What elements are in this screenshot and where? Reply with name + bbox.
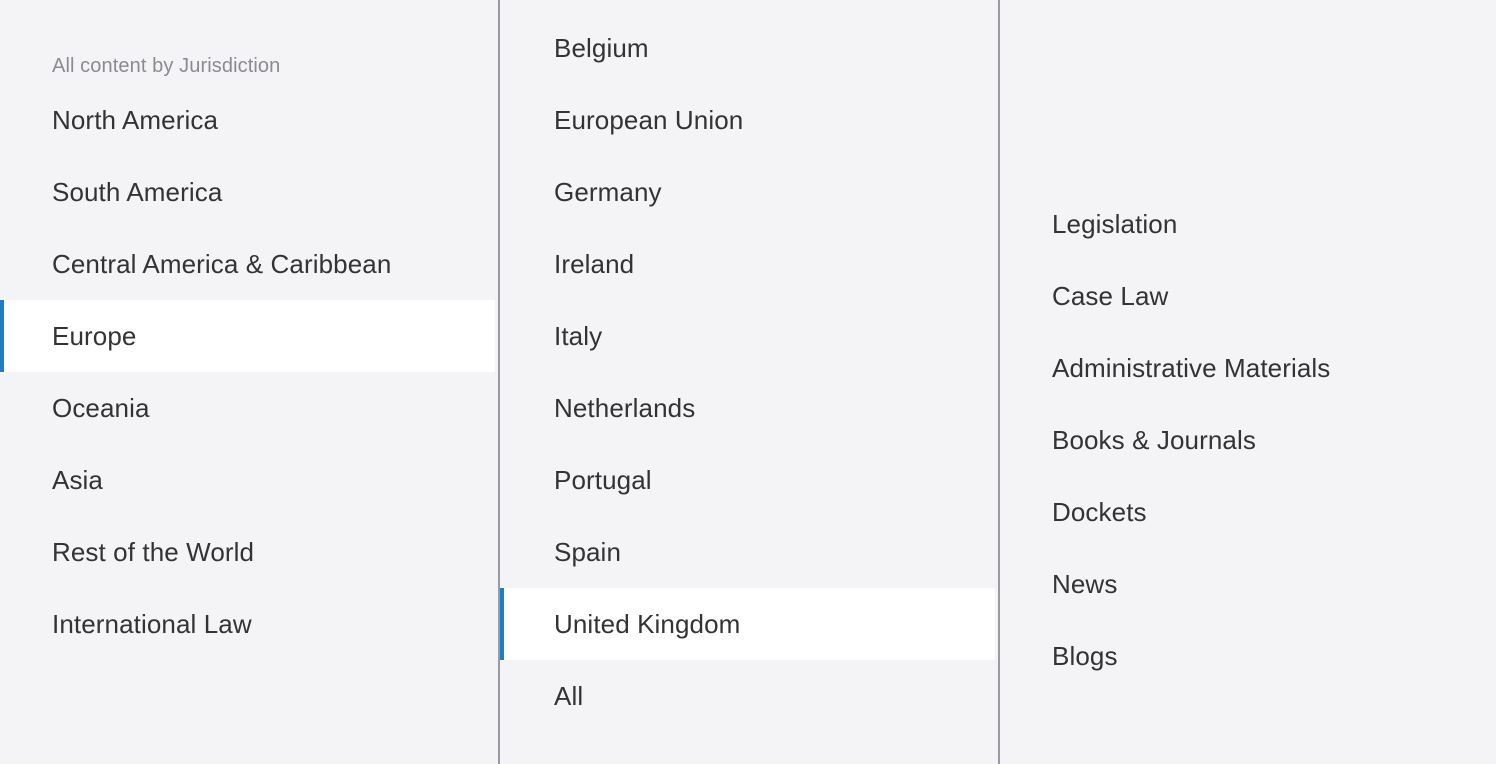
country-item-label: Spain [554, 537, 621, 567]
content-type-item-label: Dockets [1052, 497, 1147, 527]
jurisdiction-cascading-menu: All content by Jurisdiction North Americ… [0, 0, 1496, 764]
country-item-label: Netherlands [554, 393, 696, 423]
content-type-item-label: Case Law [1052, 281, 1169, 311]
country-item-label: European Union [554, 105, 744, 135]
jurisdiction-item-north-america[interactable]: North America [0, 84, 498, 156]
country-column: Belgium European Union Germany Ireland Italy… [500, 0, 998, 764]
jurisdiction-item-label: Central America & Caribbean [52, 249, 392, 279]
jurisdiction-item-oceania[interactable]: Oceania [0, 372, 498, 444]
content-type-column: Legislation Case Law Administrative Materi… [1000, 0, 1496, 764]
country-item-label: All [554, 681, 584, 711]
jurisdiction-column-header: All content by Jurisdiction [52, 55, 281, 77]
jurisdiction-item-asia[interactable]: Asia [0, 444, 498, 516]
country-item-germany[interactable]: Germany [500, 156, 998, 228]
country-item-label: Portugal [554, 465, 652, 495]
jurisdiction-item-south-america[interactable]: South America [0, 156, 498, 228]
content-type-item-legislation[interactable]: Legislation [1000, 188, 1496, 260]
country-item-label: United Kingdom [554, 609, 741, 639]
jurisdiction-item-international-law[interactable]: International Law [0, 588, 498, 660]
country-item-all[interactable]: All [500, 660, 998, 732]
content-type-item-label: Legislation [1052, 209, 1178, 239]
country-item-spain[interactable]: Spain [500, 516, 998, 588]
content-type-item-news[interactable]: News [1000, 548, 1496, 620]
jurisdiction-item-central-america-caribbean[interactable]: Central America & Caribbean [0, 228, 498, 300]
country-item-ireland[interactable]: Ireland [500, 228, 998, 300]
content-type-item-label: Blogs [1052, 641, 1118, 671]
content-type-item-blogs[interactable]: Blogs [1000, 620, 1496, 692]
jurisdiction-item-rest-of-the-world[interactable]: Rest of the World [0, 516, 498, 588]
country-item-label: Italy [554, 321, 603, 351]
country-item-european-union[interactable]: European Union [500, 84, 998, 156]
jurisdiction-item-label: Asia [52, 465, 103, 495]
country-item-belgium[interactable]: Belgium [500, 12, 998, 84]
country-item-netherlands[interactable]: Netherlands [500, 372, 998, 444]
content-type-item-books-journals[interactable]: Books & Journals [1000, 404, 1496, 476]
column-divider-2 [998, 0, 1000, 764]
jurisdiction-item-label: South America [52, 177, 223, 207]
jurisdiction-item-europe[interactable]: Europe [0, 300, 495, 372]
content-type-item-label: Books & Journals [1052, 425, 1256, 455]
column-divider-1 [498, 0, 500, 764]
country-item-label: Ireland [554, 249, 635, 279]
jurisdiction-item-label: North America [52, 105, 219, 135]
country-item-label: Germany [554, 177, 662, 207]
jurisdiction-item-label: Europe [52, 321, 137, 351]
country-item-united-kingdom[interactable]: United Kingdom [500, 588, 995, 660]
jurisdiction-item-label: Oceania [52, 393, 150, 423]
country-item-label: Belgium [554, 33, 649, 63]
content-type-item-administrative-materials[interactable]: Administrative Materials [1000, 332, 1496, 404]
country-item-portugal[interactable]: Portugal [500, 444, 998, 516]
jurisdiction-column: All content by Jurisdiction North Americ… [0, 0, 498, 764]
content-type-item-case-law[interactable]: Case Law [1000, 260, 1496, 332]
content-type-item-label: Administrative Materials [1052, 353, 1331, 383]
jurisdiction-item-label: International Law [52, 609, 252, 639]
jurisdiction-item-label: Rest of the World [52, 537, 255, 567]
country-item-italy[interactable]: Italy [500, 300, 998, 372]
content-type-item-dockets[interactable]: Dockets [1000, 476, 1496, 548]
content-type-item-label: News [1052, 569, 1118, 599]
